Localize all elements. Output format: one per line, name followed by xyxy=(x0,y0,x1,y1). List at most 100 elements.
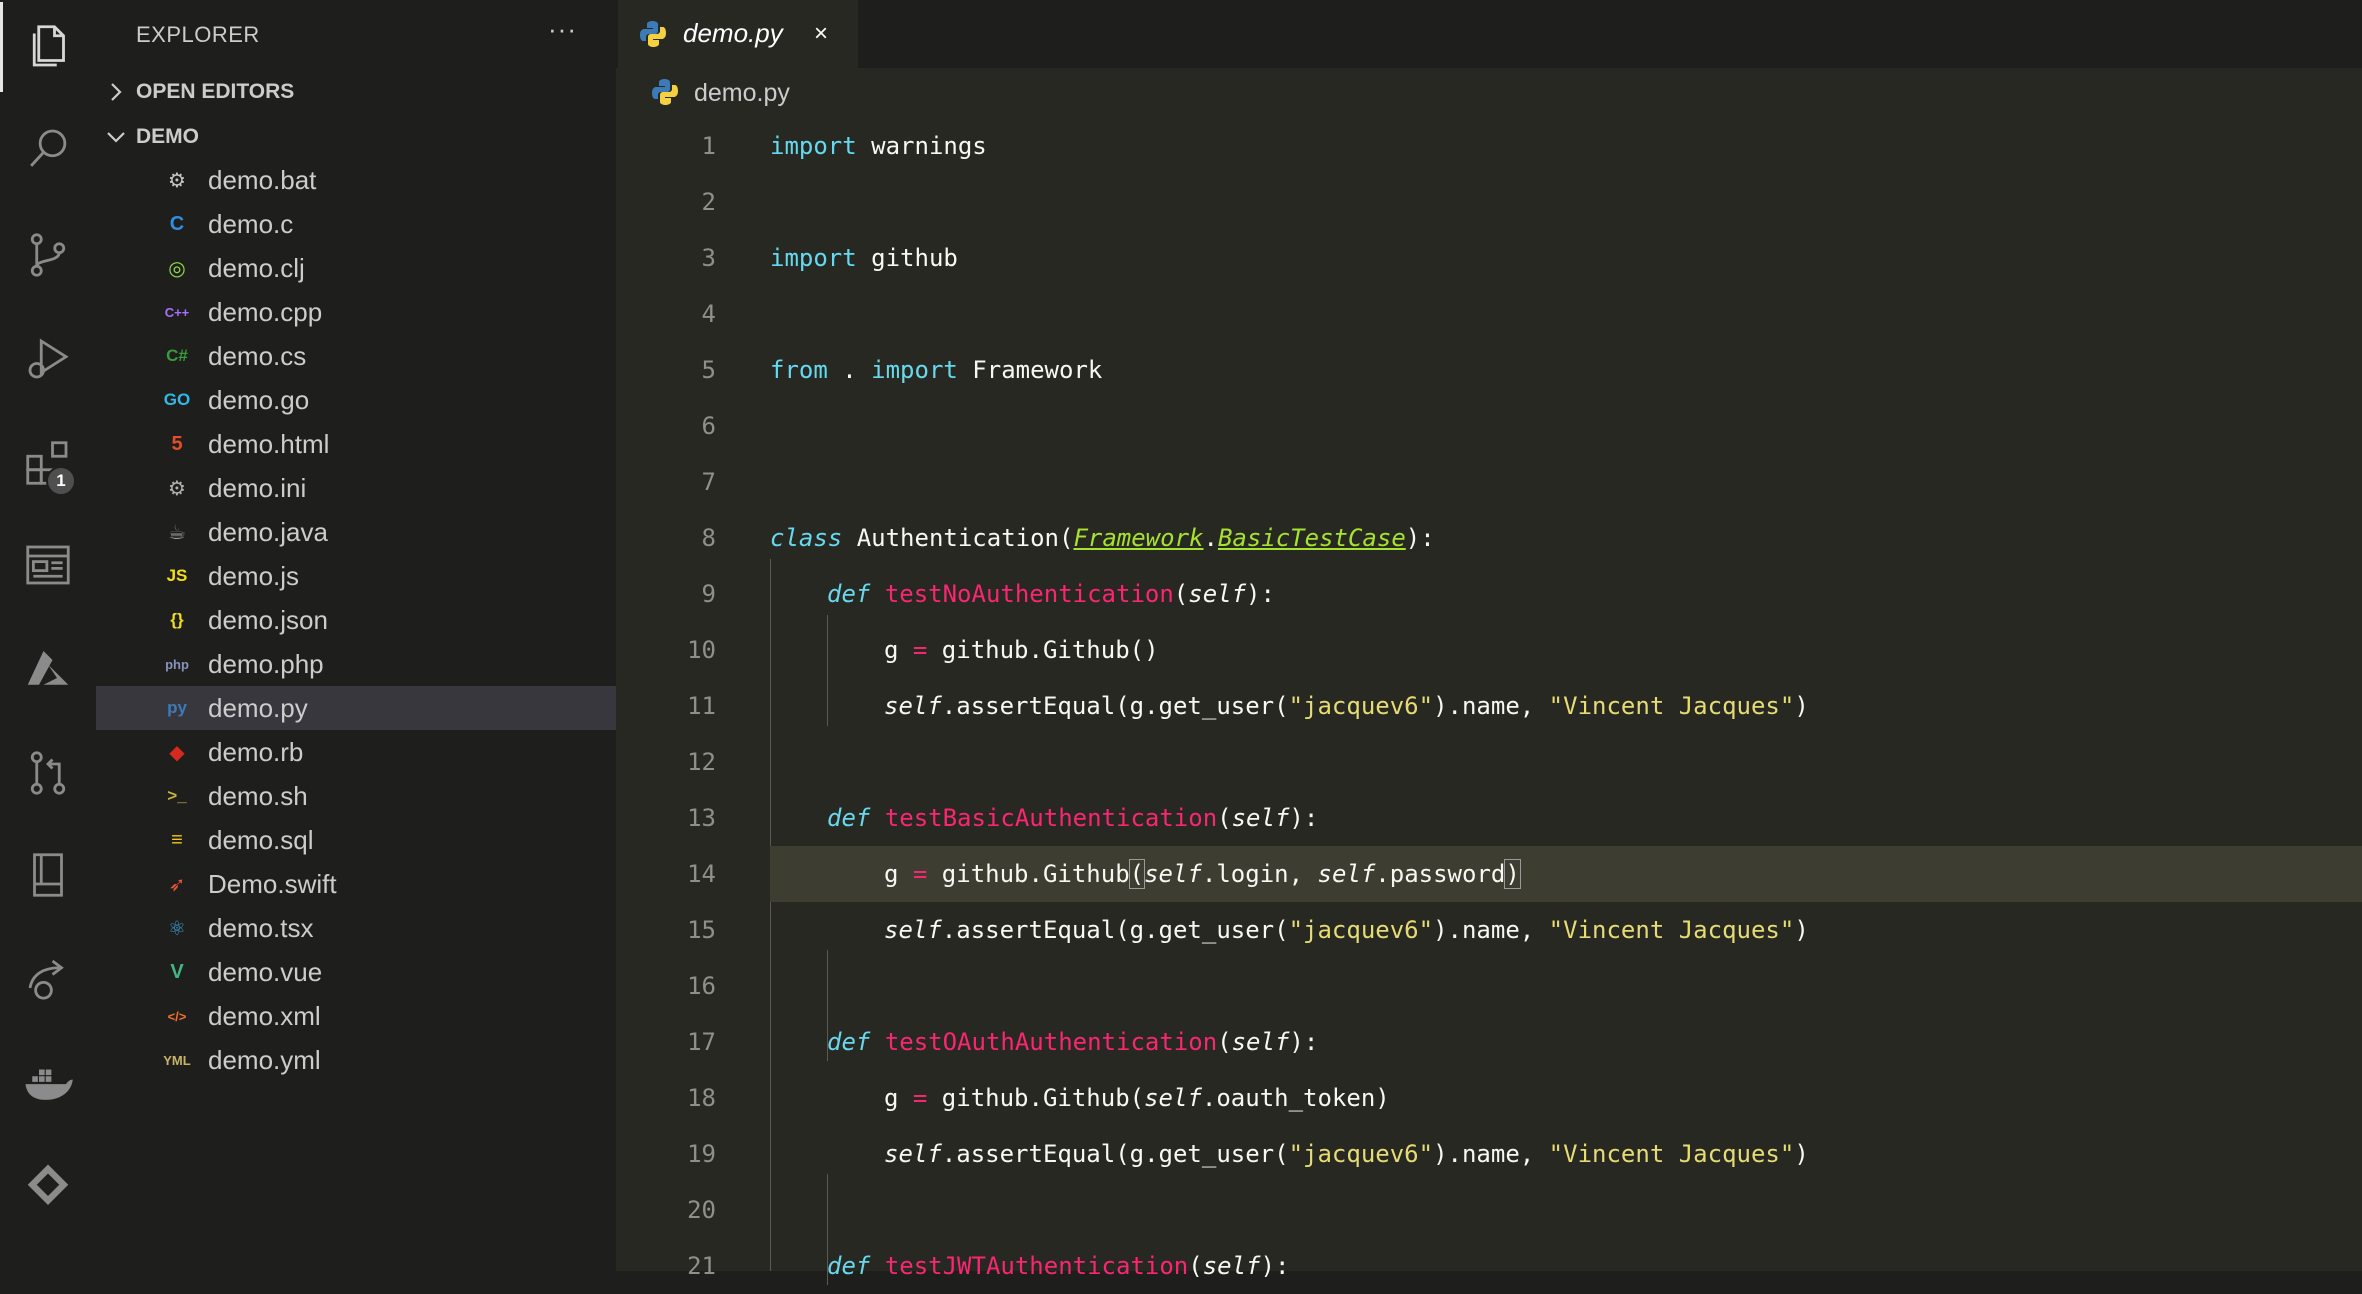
azure-icon[interactable] xyxy=(0,624,96,714)
file-label: demo.cs xyxy=(208,341,306,372)
code-line[interactable]: 18 g = github.Github(self.oauth_token) xyxy=(616,1070,2362,1126)
demo-folder-section[interactable]: DEMO xyxy=(96,117,616,157)
file-item[interactable]: ◎demo.clj xyxy=(96,246,616,290)
current-line[interactable]: 14 g = github.Github(self.login, self.pa… xyxy=(770,846,2362,902)
extension-pack-icon[interactable] xyxy=(0,1142,96,1232)
terminal-icon: >_ xyxy=(162,781,192,811)
c-icon: C xyxy=(162,209,192,239)
file-item[interactable]: YMLdemo.yml xyxy=(96,1038,616,1082)
search-icon[interactable] xyxy=(0,104,96,194)
code-line[interactable]: 13 def testBasicAuthentication(self): xyxy=(616,790,2362,846)
code-line[interactable]: 12 xyxy=(616,734,2362,790)
line-number: 2 xyxy=(616,188,716,216)
open-editors-section[interactable]: OPEN EDITORS xyxy=(96,72,616,112)
file-item[interactable]: 5demo.html xyxy=(96,422,616,466)
extensions-icon[interactable]: 1 xyxy=(0,418,96,508)
file-item[interactable]: Vdemo.vue xyxy=(96,950,616,994)
file-label: demo.java xyxy=(208,517,328,548)
html-icon: 5 xyxy=(162,429,192,459)
file-item[interactable]: ☕demo.java xyxy=(96,510,616,554)
file-label: demo.bat xyxy=(208,165,316,196)
run-debug-icon[interactable] xyxy=(0,314,96,404)
code-text: from . import Framework xyxy=(770,356,1102,384)
swift-icon: ➶ xyxy=(162,869,192,899)
breadcrumb[interactable]: demo.py xyxy=(616,70,1516,114)
file-label: demo.xml xyxy=(208,1001,321,1032)
code-line[interactable]: 10 g = github.Github() xyxy=(616,622,2362,678)
line-number: 7 xyxy=(616,468,716,496)
line-number: 3 xyxy=(616,244,716,272)
file-label: demo.php xyxy=(208,649,324,680)
code-line[interactable]: 16 xyxy=(616,958,2362,1014)
file-label: demo.sh xyxy=(208,781,308,812)
file-item[interactable]: ⚛demo.tsx xyxy=(96,906,616,950)
file-label: demo.ini xyxy=(208,473,306,504)
docker-icon[interactable] xyxy=(0,1038,96,1128)
line-number: 1 xyxy=(616,132,716,160)
code-line[interactable]: 9 def testNoAuthentication(self): xyxy=(616,566,2362,622)
file-item[interactable]: ◆demo.rb xyxy=(96,730,616,774)
tab-label: demo.py xyxy=(683,18,783,49)
file-label: demo.clj xyxy=(208,253,305,284)
file-item[interactable]: Cdemo.c xyxy=(96,202,616,246)
file-item[interactable]: >_ demo.sh xyxy=(96,774,616,818)
code-line[interactable]: 15 self.assertEqual(g.get_user("jacquev6… xyxy=(616,902,2362,958)
code-line[interactable]: 11 self.assertEqual(g.get_user("jacquev6… xyxy=(616,678,2362,734)
file-item[interactable]: {}demo.json xyxy=(96,598,616,642)
remote-explorer-icon[interactable] xyxy=(0,520,96,610)
files-icon[interactable] xyxy=(0,2,96,92)
line-number: 8 xyxy=(616,524,716,552)
settings-gear-icon: ⚙ xyxy=(162,473,192,503)
book-icon[interactable] xyxy=(0,830,96,920)
code-text: import warnings xyxy=(770,132,987,160)
file-item[interactable]: </>demo.xml xyxy=(96,994,616,1038)
more-actions-button[interactable]: ··· xyxy=(548,14,577,45)
file-item[interactable]: JSdemo.js xyxy=(96,554,616,598)
code-text: class Authentication(Framework.BasicTest… xyxy=(770,524,1435,552)
code-line[interactable]: 17 def testOAuthAuthentication(self): xyxy=(616,1014,2362,1070)
pull-request-icon[interactable] xyxy=(0,728,96,818)
code-text: g = github.Github(self.login, self.passw… xyxy=(884,860,1520,888)
line-number: 6 xyxy=(616,412,716,440)
close-icon[interactable]: × xyxy=(814,20,828,48)
file-item[interactable]: pydemo.py xyxy=(96,686,616,730)
python-icon xyxy=(638,19,668,49)
line-number: 20 xyxy=(616,1196,716,1224)
file-item[interactable]: ⚙ demo.ini xyxy=(96,466,616,510)
code-line[interactable]: 20 xyxy=(616,1182,2362,1238)
file-item[interactable]: ➶Demo.swift xyxy=(96,862,616,906)
line-number: 21 xyxy=(616,1252,716,1280)
code-line[interactable]: 7 xyxy=(616,454,2362,510)
code-line[interactable]: 21 def testJWTAuthentication(self): xyxy=(616,1238,2362,1294)
file-item[interactable]: phpdemo.php xyxy=(96,642,616,686)
source-control-icon[interactable] xyxy=(0,210,96,300)
react-icon: ⚛ xyxy=(162,913,192,943)
editor-group: demo.py × demo.py 1 import warnings 2 3 … xyxy=(616,0,2362,1271)
file-item[interactable]: C#demo.cs xyxy=(96,334,616,378)
code-line[interactable]: 3 import github xyxy=(616,230,2362,286)
code-line[interactable]: 19 self.assertEqual(g.get_user("jacquev6… xyxy=(616,1126,2362,1182)
code-line[interactable]: 8 class Authentication(Framework.BasicTe… xyxy=(616,510,2362,566)
code-line[interactable]: 6 xyxy=(616,398,2362,454)
file-label: demo.cpp xyxy=(208,297,322,328)
live-share-icon[interactable] xyxy=(0,934,96,1024)
json-icon: {} xyxy=(162,605,192,635)
python-icon xyxy=(650,77,680,107)
line-number: 18 xyxy=(616,1084,716,1112)
chevron-right-icon xyxy=(96,82,136,102)
file-label: demo.vue xyxy=(208,957,322,988)
breadcrumb-file[interactable]: demo.py xyxy=(694,79,790,108)
tab-demo-py[interactable]: demo.py × xyxy=(618,0,858,68)
line-number: 10 xyxy=(616,636,716,664)
file-item[interactable]: ≡demo.sql xyxy=(96,818,616,862)
explorer-sidebar: EXPLORER ··· OPEN EDITORS DEMO ⚙demo.bat… xyxy=(96,0,616,1271)
code-line[interactable]: 1 import warnings xyxy=(616,118,2362,174)
code-line[interactable]: 2 xyxy=(616,174,2362,230)
line-number: 12 xyxy=(616,748,716,776)
code-line[interactable]: 5 from . import Framework xyxy=(616,342,2362,398)
code-line[interactable]: 4 xyxy=(616,286,2362,342)
file-item[interactable]: GOdemo.go xyxy=(96,378,616,422)
file-item[interactable]: C++demo.cpp xyxy=(96,290,616,334)
open-editors-label: OPEN EDITORS xyxy=(136,80,294,104)
file-item[interactable]: ⚙demo.bat xyxy=(96,158,616,202)
